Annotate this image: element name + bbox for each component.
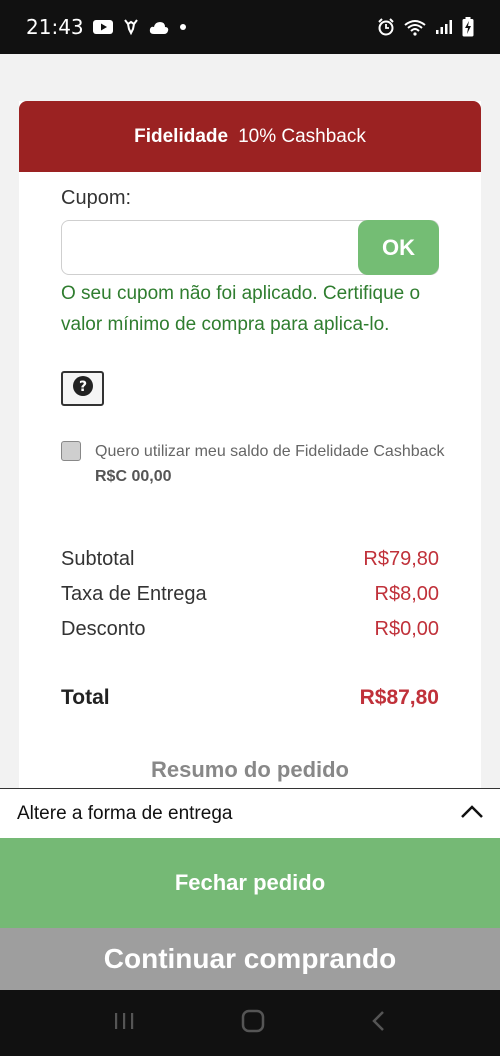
back-icon[interactable] — [371, 1010, 387, 1037]
cashback-label: Quero utilizar meu saldo de Fidelidade C… — [95, 439, 451, 489]
cashback-description: Quero utilizar meu saldo de Fidelidade C… — [95, 443, 445, 460]
coupon-help-button[interactable]: ? — [61, 371, 104, 406]
total-label: Total — [61, 686, 110, 709]
coupon-label: Cupom: — [61, 187, 132, 209]
status-left: 21:43 — [26, 15, 188, 39]
signal-icon — [435, 19, 453, 35]
checkout-card: Fidelidade 10% Cashback Cupom: OK O seu … — [19, 101, 481, 801]
summary-subtotal-row: Subtotal R$79,80 — [61, 548, 439, 571]
dot-icon — [178, 22, 188, 32]
discount-value: R$0,00 — [374, 618, 440, 640]
summary-discount-row: Desconto R$0,00 — [61, 618, 439, 641]
status-bar: 21:43 — [0, 0, 500, 54]
coupon-error-message: O seu cupom não foi aplicado. Certifique… — [61, 283, 421, 335]
home-icon[interactable] — [241, 1009, 265, 1038]
cashback-balance: R$C 00,00 — [95, 468, 172, 485]
order-summary-link[interactable]: Resumo do pedido — [19, 757, 481, 783]
subtotal-label: Subtotal — [61, 548, 135, 570]
delivery-fee-value: R$8,00 — [374, 583, 440, 605]
delivery-method-label: Altere a forma de entrega — [17, 802, 233, 824]
continue-shopping-button[interactable]: Continuar comprando — [0, 928, 500, 990]
status-right — [377, 17, 474, 37]
discount-label: Desconto — [61, 618, 146, 640]
youtube-icon — [92, 20, 113, 34]
apply-coupon-button[interactable]: OK — [358, 220, 439, 275]
wifi-icon — [404, 19, 426, 36]
loyalty-cashback-rate: 10% Cashback — [238, 125, 366, 147]
battery-charging-icon — [462, 17, 474, 37]
cloud-icon — [149, 21, 169, 34]
delivery-fee-label: Taxa de Entrega — [61, 583, 207, 605]
delivery-method-toggle[interactable]: Altere a forma de entrega — [0, 788, 500, 838]
question-circle-icon: ? — [72, 376, 93, 401]
system-nav-bar — [0, 990, 500, 1056]
loyalty-header: Fidelidade 10% Cashback — [19, 101, 481, 172]
loyalty-title: Fidelidade — [134, 125, 229, 147]
cashback-option: Quero utilizar meu saldo de Fidelidade C… — [61, 439, 451, 489]
subtotal-value: R$79,80 — [363, 548, 439, 570]
cashback-checkbox[interactable] — [61, 441, 81, 461]
alarm-icon — [377, 18, 395, 36]
svg-text:?: ? — [78, 379, 86, 395]
summary-total-row: Total R$87,80 — [61, 686, 439, 710]
summary-delivery-row: Taxa de Entrega R$8,00 — [61, 583, 439, 606]
status-time: 21:43 — [26, 15, 84, 39]
total-value: R$87,80 — [359, 686, 439, 709]
checkout-button[interactable]: Fechar pedido — [0, 838, 500, 928]
coupon-row: OK — [61, 220, 439, 275]
recent-apps-icon[interactable] — [113, 1011, 135, 1036]
chevron-up-icon — [460, 803, 484, 825]
deer-app-icon — [122, 18, 140, 36]
